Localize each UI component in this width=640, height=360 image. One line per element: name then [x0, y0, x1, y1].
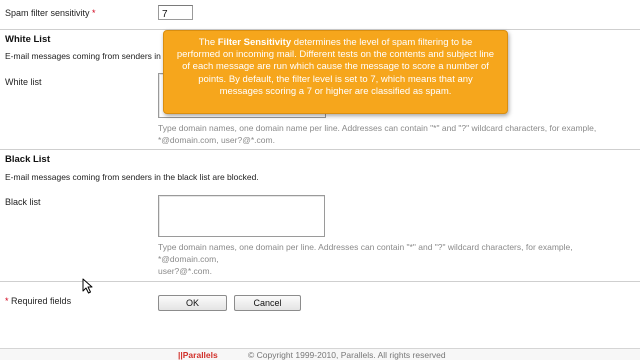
white-list-description: E-mail messages coming from senders in t… — [5, 51, 176, 61]
black-list-textarea[interactable] — [158, 195, 325, 237]
spam-sensitivity-label-text: Spam filter sensitivity — [5, 8, 90, 18]
filter-sensitivity-tooltip: The Filter Sensitivity determines the le… — [163, 30, 508, 114]
spam-sensitivity-label: Spam filter sensitivity * — [5, 8, 96, 18]
black-list-description: E-mail messages coming from senders in t… — [5, 172, 259, 182]
black-list-hint-line2: user?@*.com. — [158, 266, 212, 276]
required-asterisk: * — [92, 8, 96, 18]
parallels-logo: ||Parallels — [178, 350, 218, 360]
black-list-hint: Type domain names, one domain per line. … — [158, 241, 633, 277]
required-note-asterisk: * — [5, 296, 9, 306]
mouse-pointer-icon — [82, 278, 93, 294]
cancel-button[interactable]: Cancel — [234, 295, 301, 311]
tooltip-lead: The — [198, 37, 218, 48]
black-list-title: Black List — [5, 154, 50, 165]
spam-sensitivity-input[interactable]: 7 — [158, 5, 193, 20]
spam-sensitivity-value: 7 — [162, 9, 168, 20]
white-list-hint: Type domain names, one domain name per l… — [158, 122, 628, 146]
white-list-hint-line1: Type domain names, one domain name per l… — [158, 123, 597, 133]
white-list-title: White List — [5, 34, 51, 45]
form-actions-divider — [0, 281, 640, 282]
ok-button[interactable]: OK — [158, 295, 227, 311]
white-list-field-label: White list — [5, 77, 42, 87]
page-footer: ||Parallels © Copyright 1999-2010, Paral… — [0, 348, 640, 360]
tooltip-term: Filter Sensitivity — [217, 37, 292, 48]
black-list-hint-line1: Type domain names, one domain per line. … — [158, 242, 573, 264]
black-list-field-label: Black list — [5, 197, 41, 207]
copyright-text: © Copyright 1999-2010, Parallels. All ri… — [248, 350, 446, 360]
required-fields-note: * Required fields — [5, 296, 71, 306]
black-list-divider — [0, 149, 640, 150]
required-note-text: Required fields — [11, 296, 72, 306]
white-list-hint-line2: *@domain.com, user?@*.com. — [158, 135, 275, 145]
